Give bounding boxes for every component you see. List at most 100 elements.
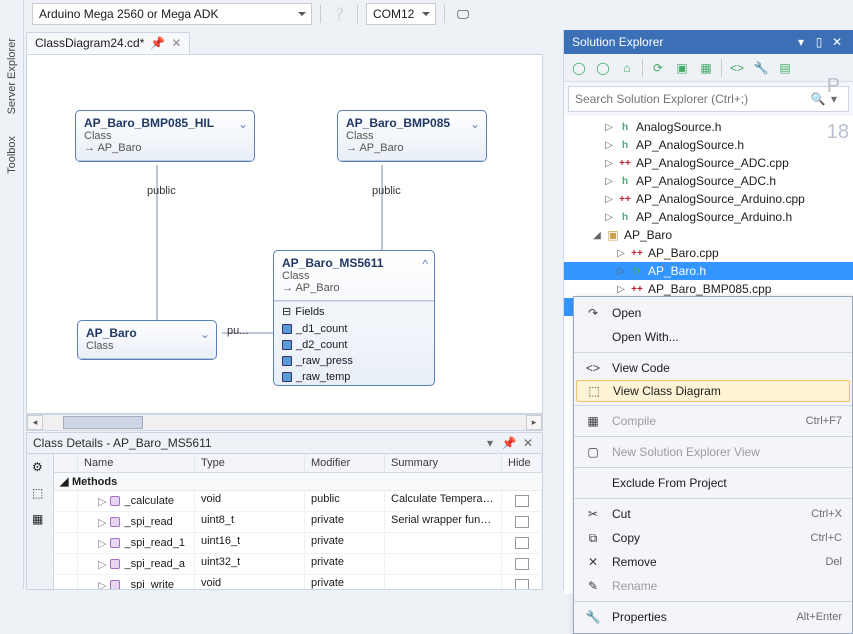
field-item[interactable]: _raw_press <box>274 353 434 369</box>
chevron-down-icon[interactable]: ⌄ <box>238 117 248 131</box>
menu-item[interactable]: ✂CutCtrl+X <box>574 502 852 526</box>
method-row[interactable]: ▷_calculate voidpublicCalculate Temperat… <box>54 491 542 512</box>
menu-item[interactable]: Exclude From Project <box>574 471 852 495</box>
expand-icon[interactable]: ◢ <box>592 230 602 241</box>
monitor-icon[interactable]: 🖵 <box>453 4 473 24</box>
solution-search[interactable]: 🔍 ▾ <box>568 86 849 112</box>
tree-item[interactable]: ▷hAP_AnalogSource_ADC.h <box>564 172 853 190</box>
tree-item[interactable]: ▷++AP_AnalogSource_ADC.cpp <box>564 154 853 172</box>
menu-item[interactable]: Open With... <box>574 325 852 349</box>
expand-icon[interactable]: ▷ <box>616 284 626 295</box>
menu-item[interactable]: ⧉CopyCtrl+C <box>574 526 852 550</box>
method-row[interactable]: ▷_spi_read_1 uint16_tprivate <box>54 533 542 554</box>
expand-icon[interactable]: ▷ <box>604 212 614 223</box>
col-modifier[interactable]: Modifier <box>305 454 385 472</box>
wrench-icon[interactable]: 🔧 <box>752 59 770 77</box>
tool-icon[interactable]: ▦ <box>32 512 48 528</box>
expand-icon[interactable]: ▷ <box>604 176 614 187</box>
expand-icon[interactable]: ▷ <box>616 248 626 259</box>
close-icon[interactable]: ✕ <box>829 34 845 50</box>
code-icon[interactable]: <> <box>728 59 746 77</box>
canvas-hscroll[interactable]: ◂ ▸ <box>26 414 543 431</box>
file-icon: h <box>618 138 632 152</box>
properties-icon[interactable]: ▤ <box>776 59 794 77</box>
top-toolbar: Arduino Mega 2560 or Mega ADK ❔ COM12 🖵 <box>26 0 853 28</box>
file-tab-classdiagram[interactable]: ClassDiagram24.cd* 📌 ✕ <box>26 32 190 54</box>
collapse-icon[interactable]: ▣ <box>673 59 691 77</box>
solution-search-input[interactable] <box>575 92 810 106</box>
back-icon[interactable]: ◯ <box>570 59 588 77</box>
expand-icon[interactable]: ▷ <box>604 140 614 151</box>
methods-section[interactable]: ◢Methods <box>54 473 542 491</box>
home-icon[interactable]: ⌂ <box>618 59 636 77</box>
expand-icon[interactable]: ▷ <box>616 266 626 277</box>
col-name[interactable]: Name <box>78 454 195 472</box>
tab-server-explorer[interactable]: Server Explorer <box>2 32 22 123</box>
field-item[interactable]: _raw_temp <box>274 369 434 385</box>
showall-icon[interactable]: ▦ <box>697 59 715 77</box>
port-dropdown[interactable]: COM12 <box>366 3 436 25</box>
window-menu-icon[interactable]: ▾ <box>793 34 809 50</box>
refresh-icon[interactable]: ⟳ <box>649 59 667 77</box>
pin-icon[interactable]: 📌 <box>150 36 165 50</box>
chevron-down-icon[interactable]: ⌄ <box>200 327 210 341</box>
chevron-up-icon[interactable]: ^ <box>422 257 428 271</box>
tree-item[interactable]: ▷hAP_Baro.h <box>564 262 853 280</box>
method-row[interactable]: ▷_spi_read_a uint32_tprivate <box>54 554 542 575</box>
tree-item[interactable]: ◢▣AP_Baro <box>564 226 853 244</box>
search-icon[interactable]: 🔍 <box>810 92 826 106</box>
tool-icon[interactable]: ⚙ <box>32 460 48 476</box>
hide-checkbox[interactable] <box>515 537 529 549</box>
pin-icon[interactable]: ▯ <box>811 34 827 50</box>
menu-item[interactable]: <>View Code <box>574 356 852 380</box>
file-icon: ++ <box>630 246 644 260</box>
pin-icon[interactable]: 📌 <box>501 435 517 451</box>
expand-icon[interactable]: ▷ <box>604 194 614 205</box>
tree-label: AP_AnalogSource_ADC.h <box>636 174 776 188</box>
expand-icon[interactable]: ▷ <box>604 158 614 169</box>
method-row[interactable]: ▷_spi_read uint8_tprivateSerial wrapper … <box>54 512 542 533</box>
hide-checkbox[interactable] <box>515 558 529 570</box>
scroll-thumb[interactable] <box>63 416 143 429</box>
col-type[interactable]: Type <box>195 454 305 472</box>
menu-item[interactable]: ✕RemoveDel <box>574 550 852 574</box>
hide-checkbox[interactable] <box>515 579 529 590</box>
class-ap-baro-bmp085-hil[interactable]: ⌄ AP_Baro_BMP085_HIL Class → AP_Baro <box>75 110 255 162</box>
field-item[interactable]: _d1_count <box>274 321 434 337</box>
close-icon[interactable]: ✕ <box>171 36 181 50</box>
col-summary[interactable]: Summary <box>385 454 502 472</box>
col-hide[interactable]: Hide <box>502 454 542 472</box>
method-row[interactable]: ▷_spi_write voidprivate <box>54 575 542 590</box>
class-ap-baro[interactable]: ⌄ AP_Baro Class <box>77 320 217 360</box>
left-tab-well: Server Explorer Toolbox <box>0 0 24 590</box>
chevron-down-icon[interactable]: ⌄ <box>470 117 480 131</box>
diagram-canvas[interactable]: ⌄ AP_Baro_BMP085_HIL Class → AP_Baro ⌄ A… <box>26 54 543 414</box>
menu-icon: 🔧 <box>584 610 602 624</box>
tree-item[interactable]: ▷hAnalogSource.h <box>564 118 853 136</box>
tab-toolbox[interactable]: Toolbox <box>2 130 22 183</box>
tree-item[interactable]: ▷++AP_AnalogSource_Arduino.cpp <box>564 190 853 208</box>
tool-icon[interactable]: ⬚ <box>32 486 48 502</box>
tree-item[interactable]: ▷hAP_AnalogSource_Arduino.h <box>564 208 853 226</box>
forward-icon[interactable]: ◯ <box>594 59 612 77</box>
hide-checkbox[interactable] <box>515 495 529 507</box>
scroll-left-button[interactable]: ◂ <box>27 415 43 430</box>
close-icon[interactable]: ✕ <box>520 435 536 451</box>
hide-checkbox[interactable] <box>515 516 529 528</box>
menu-item[interactable]: ↷Open <box>574 301 852 325</box>
class-ap-baro-bmp085[interactable]: ⌄ AP_Baro_BMP085 Class → AP_Baro <box>337 110 487 162</box>
menu-item[interactable]: 🔧PropertiesAlt+Enter <box>574 605 852 629</box>
context-menu[interactable]: ↷OpenOpen With... <>View Code⬚View Class … <box>573 296 853 634</box>
expand-icon[interactable]: ▷ <box>604 122 614 133</box>
menu-item[interactable]: ⬚View Class Diagram <box>576 380 850 402</box>
tree-item[interactable]: ▷hAP_AnalogSource.h <box>564 136 853 154</box>
board-dropdown[interactable]: Arduino Mega 2560 or Mega ADK <box>32 3 312 25</box>
help-icon[interactable]: ❔ <box>329 4 349 24</box>
window-menu-icon[interactable]: ▾ <box>482 435 498 451</box>
fields-section[interactable]: ⊟Fields <box>274 301 434 321</box>
class-ap-baro-ms5611[interactable]: ^ AP_Baro_MS5611 Class → AP_Baro ⊟Fields… <box>273 250 435 386</box>
scroll-right-button[interactable]: ▸ <box>526 415 542 430</box>
file-tab-label: ClassDiagram24.cd* <box>35 36 144 50</box>
field-item[interactable]: _d2_count <box>274 337 434 353</box>
tree-item[interactable]: ▷++AP_Baro.cpp <box>564 244 853 262</box>
